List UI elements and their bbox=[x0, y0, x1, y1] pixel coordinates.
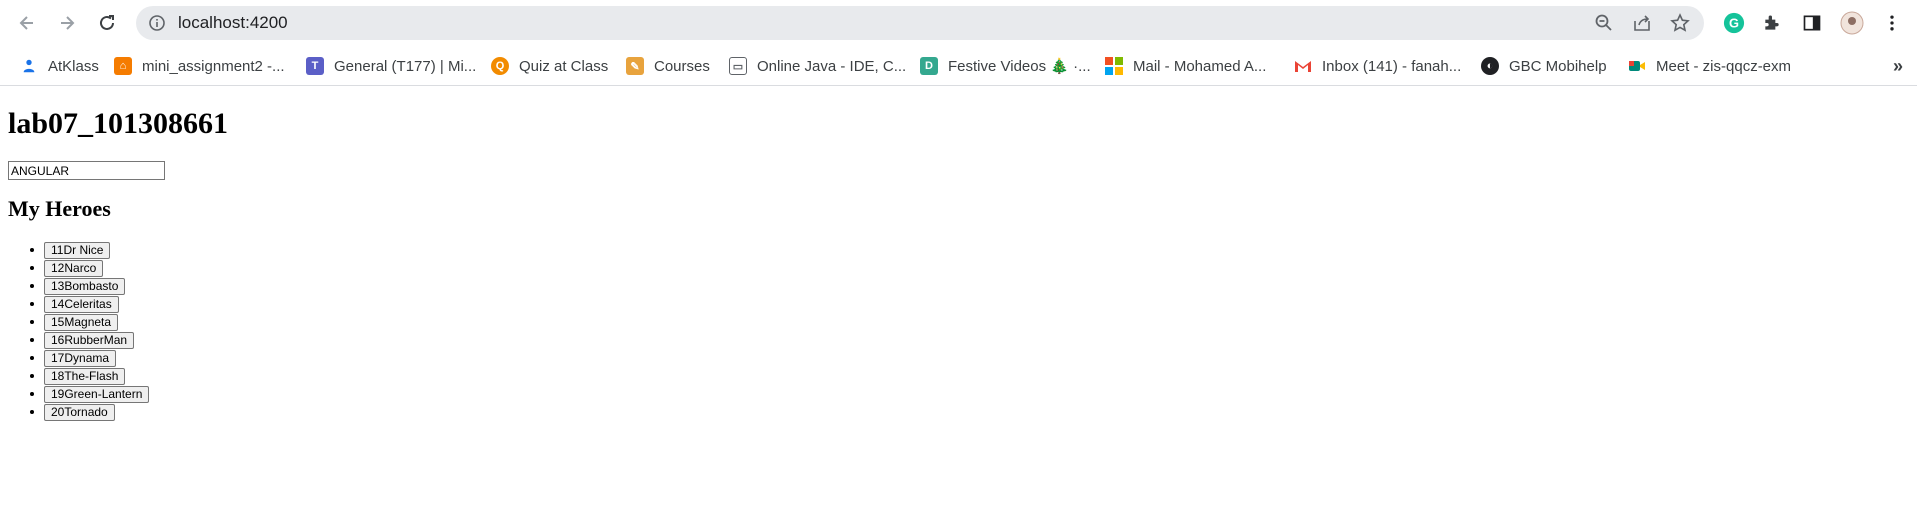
bookmark-festive-videos[interactable]: D Festive Videos 🎄 ·... bbox=[920, 52, 1091, 80]
reload-icon bbox=[100, 15, 114, 30]
meet-icon bbox=[1628, 57, 1646, 75]
gmail-icon bbox=[1294, 57, 1312, 75]
hero-button[interactable]: 19Green-Lantern bbox=[44, 385, 150, 403]
forward-arrow-icon bbox=[61, 16, 75, 30]
heroes-list: 11Dr Nice 12Narco 13Bombasto 14Celeritas… bbox=[0, 240, 150, 421]
festive-icon: D bbox=[920, 57, 938, 75]
bookmark-online-java[interactable]: ▭ Online Java - IDE, C... bbox=[729, 52, 906, 80]
profile-avatar[interactable] bbox=[1840, 11, 1864, 35]
microsoft-icon bbox=[1105, 57, 1123, 75]
chrome-menu-icon[interactable] bbox=[1880, 11, 1904, 35]
extensions-puzzle-icon[interactable] bbox=[1760, 11, 1784, 35]
hero-button[interactable]: 17Dynama bbox=[44, 349, 117, 367]
list-item: 12Narco bbox=[44, 258, 149, 277]
back-button[interactable] bbox=[12, 8, 42, 38]
address-bar[interactable]: localhost:4200 bbox=[136, 6, 1704, 40]
side-panel-icon[interactable] bbox=[1800, 11, 1824, 35]
page-title: lab07_101308661 bbox=[8, 107, 229, 140]
list-item: 14Celeritas bbox=[44, 294, 149, 313]
list-item: 15Magneta bbox=[44, 312, 149, 331]
teams-icon: T bbox=[306, 57, 324, 75]
list-item: 17Dynama bbox=[44, 348, 149, 367]
site-info-icon[interactable] bbox=[148, 14, 166, 32]
courses-icon: ✎ bbox=[626, 57, 644, 75]
bookmark-star-icon[interactable] bbox=[1670, 13, 1690, 33]
bookmark-gmail-inbox[interactable]: Inbox (141) - fanah... bbox=[1294, 52, 1461, 80]
back-arrow-icon bbox=[19, 16, 33, 30]
bookmark-gbc-mobihelp[interactable]: ◐ GBC Mobihelp bbox=[1481, 52, 1607, 80]
browser-toolbar: localhost:4200 G bbox=[0, 0, 1917, 46]
quiz-icon: Q bbox=[491, 57, 509, 75]
gbc-icon: ◐ bbox=[1481, 57, 1499, 75]
list-item: 18The-Flash bbox=[44, 366, 149, 385]
page-content: lab07_101308661 My Heroes 11Dr Nice 12Na… bbox=[0, 87, 1917, 511]
ide-icon: ▭ bbox=[729, 57, 747, 75]
orgchart-icon: ⌂ bbox=[114, 57, 132, 75]
zoom-icon[interactable] bbox=[1594, 13, 1614, 33]
atklass-icon bbox=[20, 57, 38, 75]
list-item: 11Dr Nice bbox=[44, 240, 149, 259]
hero-button[interactable]: 18The-Flash bbox=[44, 367, 126, 385]
list-item: 16RubberMan bbox=[44, 330, 149, 349]
list-item: 19Green-Lantern bbox=[44, 384, 150, 403]
url-text[interactable]: localhost:4200 bbox=[178, 6, 288, 40]
hero-button[interactable]: 11Dr Nice bbox=[44, 241, 111, 259]
hero-name-input[interactable] bbox=[8, 161, 165, 180]
hero-button[interactable]: 20Tornado bbox=[44, 403, 115, 421]
share-icon[interactable] bbox=[1632, 13, 1652, 33]
bookmarks-overflow-chevron-icon[interactable]: » bbox=[1893, 52, 1903, 80]
hero-button[interactable]: 15Magneta bbox=[44, 313, 119, 331]
forward-button[interactable] bbox=[52, 8, 82, 38]
hero-button[interactable]: 16RubberMan bbox=[44, 331, 135, 349]
heroes-heading: My Heroes bbox=[8, 196, 111, 221]
bookmark-google-meet[interactable]: Meet - zis-qqcz-exm bbox=[1628, 52, 1791, 80]
hero-button[interactable]: 12Narco bbox=[44, 259, 104, 277]
hero-button[interactable]: 14Celeritas bbox=[44, 295, 119, 313]
hero-button[interactable]: 13Bombasto bbox=[44, 277, 126, 295]
list-item: 20Tornado bbox=[44, 402, 149, 421]
bookmark-courses[interactable]: ✎ Courses bbox=[626, 52, 710, 80]
bookmark-teams-general[interactable]: T General (T177) | Mi... bbox=[306, 52, 476, 80]
list-item: 13Bombasto bbox=[44, 276, 149, 295]
svg-text:G: G bbox=[1729, 16, 1739, 31]
bookmark-quiz-at-class[interactable]: Q Quiz at Class bbox=[491, 52, 608, 80]
bookmark-mail-mohamed[interactable]: Mail - Mohamed A... bbox=[1105, 52, 1266, 80]
bookmark-atklass[interactable]: AtKlass bbox=[20, 52, 99, 80]
bookmark-mini-assignment2[interactable]: ⌂ mini_assignment2 -... bbox=[114, 52, 285, 80]
grammarly-extension-icon[interactable]: G bbox=[1722, 11, 1746, 35]
bookmarks-bar: AtKlass ⌂ mini_assignment2 -... T General … bbox=[0, 46, 1917, 86]
reload-button[interactable] bbox=[92, 8, 122, 38]
